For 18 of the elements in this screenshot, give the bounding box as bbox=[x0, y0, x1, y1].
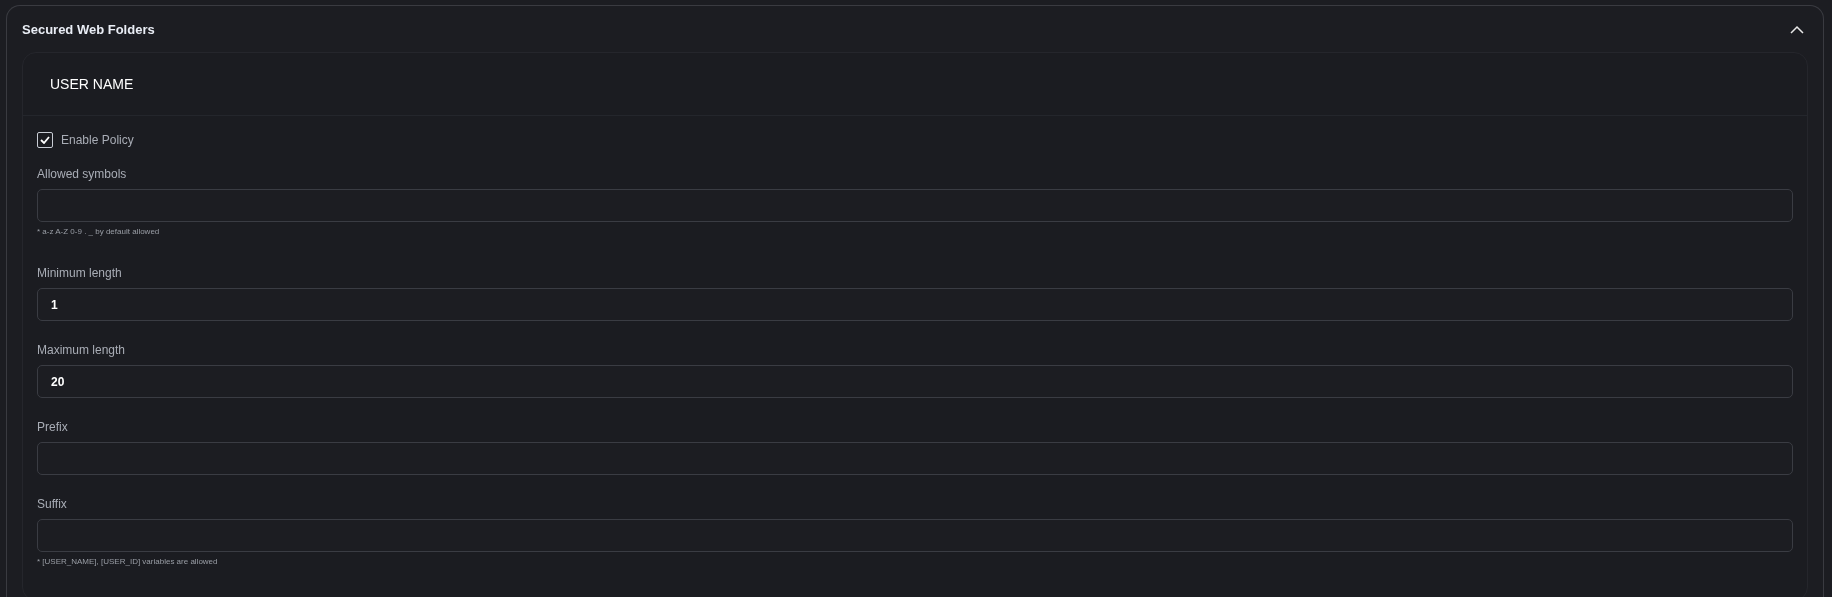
field-hint: * a-z A-Z 0-9 . _ by default allowed bbox=[37, 227, 161, 236]
checkbox-label: Enable Policy bbox=[61, 133, 134, 147]
field-label: Minimum length bbox=[37, 266, 123, 280]
panel-title: Secured Web Folders bbox=[22, 21, 155, 37]
field-label: Prefix bbox=[37, 420, 69, 434]
collapse-chevron-icon[interactable] bbox=[1790, 24, 1804, 34]
field-label: Suffix bbox=[37, 497, 68, 511]
input-field[interactable] bbox=[37, 442, 1793, 475]
field-label: Allowed symbols bbox=[37, 167, 128, 181]
section-title: USER NAME bbox=[50, 76, 134, 92]
checkbox[interactable] bbox=[37, 132, 53, 148]
input-field[interactable]: 1 bbox=[37, 288, 1793, 321]
input-field[interactable] bbox=[37, 519, 1793, 552]
input-field[interactable] bbox=[37, 189, 1793, 222]
field-label: Maximum length bbox=[37, 343, 127, 357]
check-icon bbox=[40, 136, 50, 144]
input-field[interactable]: 20 bbox=[37, 365, 1793, 398]
field-hint: * [USER_NAME], [USER_ID] variables are allowed bbox=[37, 557, 219, 566]
